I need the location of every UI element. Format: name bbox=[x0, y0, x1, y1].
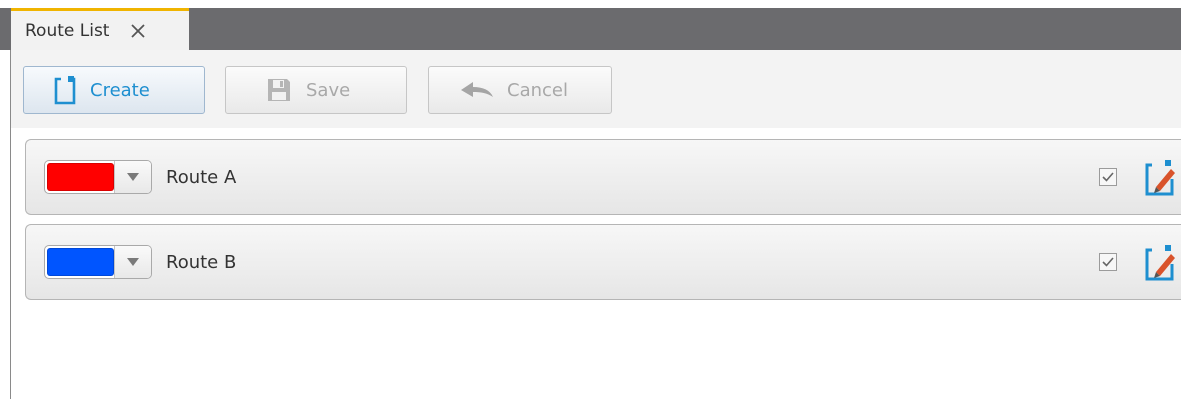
undo-arrow-icon bbox=[459, 79, 495, 101]
color-picker[interactable] bbox=[44, 160, 152, 194]
color-swatch bbox=[47, 248, 114, 276]
tab-route-list[interactable]: Route List bbox=[11, 8, 189, 50]
create-label: Create bbox=[90, 79, 150, 101]
save-button[interactable]: Save bbox=[225, 66, 407, 114]
toolbar: Create Save Cancel bbox=[11, 50, 1181, 128]
route-row: Route A bbox=[25, 139, 1181, 215]
top-strip bbox=[0, 0, 1181, 8]
create-icon bbox=[54, 75, 76, 105]
floppy-disk-icon bbox=[266, 77, 292, 103]
cancel-button[interactable]: Cancel bbox=[428, 66, 612, 114]
chevron-down-icon[interactable] bbox=[114, 246, 151, 278]
route-name: Route A bbox=[166, 166, 237, 188]
visibility-checkbox[interactable] bbox=[1099, 253, 1117, 271]
route-row: Route B bbox=[25, 224, 1181, 300]
tab-label: Route List bbox=[25, 20, 110, 41]
edit-icon[interactable] bbox=[1144, 244, 1178, 282]
color-swatch bbox=[47, 163, 114, 191]
color-picker[interactable] bbox=[44, 245, 152, 279]
create-button[interactable]: Create bbox=[23, 66, 205, 114]
close-icon[interactable] bbox=[129, 22, 147, 40]
route-name: Route B bbox=[166, 251, 237, 273]
visibility-checkbox[interactable] bbox=[1099, 168, 1117, 186]
save-label: Save bbox=[306, 79, 351, 101]
tab-bar: Route List bbox=[0, 8, 1181, 50]
cancel-label: Cancel bbox=[507, 79, 568, 101]
chevron-down-icon[interactable] bbox=[114, 161, 151, 193]
route-list-panel: Create Save Cancel Route A Route B bbox=[10, 50, 1181, 399]
edit-icon[interactable] bbox=[1144, 159, 1178, 197]
